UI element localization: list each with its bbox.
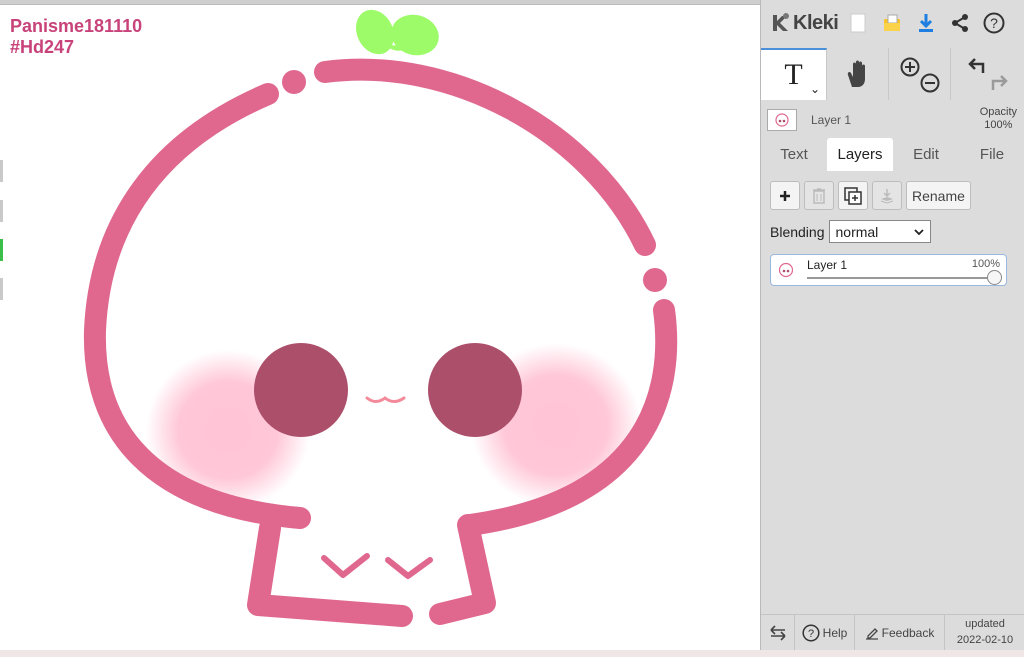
edge-marker xyxy=(0,278,3,300)
zoom-out-icon[interactable] xyxy=(919,72,941,94)
chevron-down-icon[interactable]: ⌄ xyxy=(810,82,820,96)
add-layer-button[interactable] xyxy=(770,181,800,210)
feedback-button[interactable]: Feedback xyxy=(855,615,945,650)
footer-help-button[interactable]: ? Help xyxy=(795,615,855,650)
tab-layers[interactable]: Layers xyxy=(827,138,893,171)
duplicate-icon xyxy=(844,186,862,205)
opacity-value: 100% xyxy=(984,119,1013,131)
help-icon: ? xyxy=(802,623,820,642)
edge-marker-active xyxy=(0,239,3,261)
blending-label: Blending xyxy=(770,223,825,240)
text-tool-icon: T xyxy=(784,58,803,91)
download-button[interactable] xyxy=(909,0,943,46)
head-outline xyxy=(83,58,678,627)
drawing-canvas[interactable]: Panisme181110 #Hd247 xyxy=(0,5,760,650)
canvas-artwork xyxy=(83,9,678,627)
plus-icon xyxy=(780,190,790,201)
right-eye xyxy=(428,343,522,437)
undo-redo-buttons xyxy=(951,48,1024,100)
updated-info: updated 2022-02-10 xyxy=(945,615,1024,650)
left-eye xyxy=(254,343,348,437)
hand-tool-button[interactable] xyxy=(827,48,889,100)
undo-icon[interactable] xyxy=(966,55,988,77)
layer-actions: Rename xyxy=(770,181,971,210)
bottom-strip xyxy=(0,650,1024,657)
watermark-line-2: #Hd247 xyxy=(10,37,75,57)
new-image-button[interactable] xyxy=(841,0,875,46)
layer-item-opacity: 100% xyxy=(971,258,1000,270)
left-hand xyxy=(321,553,370,578)
help-label: Help xyxy=(822,625,848,640)
feedback-label: Feedback xyxy=(881,625,935,640)
redo-icon[interactable] xyxy=(988,72,1010,94)
svg-text:?: ? xyxy=(990,15,998,31)
layer-list-item[interactable]: Layer 1 100% xyxy=(770,254,1007,286)
layer-item-thumbnail xyxy=(777,262,795,283)
share-button[interactable] xyxy=(943,0,977,46)
watermark-line-1: Panisme181110 xyxy=(10,16,143,36)
layers-panel: Rename Blending normal Layer 1 100% xyxy=(761,171,1024,611)
current-layer-info: Layer 1 Opacity 100% xyxy=(761,102,1024,138)
layer-opacity-slider[interactable] xyxy=(807,277,993,279)
help-icon: ? xyxy=(983,12,1005,34)
hand-icon xyxy=(847,60,865,87)
mouth xyxy=(365,396,406,403)
head-dot-right xyxy=(643,268,667,292)
trash-icon xyxy=(813,187,825,204)
head-dot-top xyxy=(282,70,306,94)
text-tool-button[interactable]: T ⌄ xyxy=(761,48,827,100)
blending-select[interactable]: normal xyxy=(828,220,931,243)
zoom-buttons xyxy=(889,48,951,100)
updated-date: 2022-02-10 xyxy=(956,634,1014,646)
swap-arrows-icon xyxy=(769,624,786,641)
logo-text: Kleki xyxy=(793,11,839,34)
tab-file[interactable]: File xyxy=(959,138,1024,171)
panel-tabs: Text Layers Edit File xyxy=(761,138,1024,171)
layer-thumbnail-image xyxy=(778,262,794,278)
new-image-icon xyxy=(850,13,866,33)
download-icon xyxy=(919,14,933,32)
layer-thumbnail xyxy=(767,109,797,131)
edge-marker xyxy=(0,200,3,222)
opacity-display: Opacity 100% xyxy=(980,106,1017,132)
help-button[interactable]: ? xyxy=(977,0,1011,46)
duplicate-layer-button[interactable] xyxy=(838,181,868,210)
opacity-label: Opacity xyxy=(979,106,1017,118)
sidebar: Kleki ? T ⌄ Layer 1 Opacity 100% Text La… xyxy=(760,0,1024,650)
svg-text:?: ? xyxy=(808,628,814,640)
swap-side-button[interactable] xyxy=(761,615,795,650)
kleki-logo[interactable]: Kleki xyxy=(761,0,841,46)
right-hand xyxy=(385,557,433,579)
zoom-in-icon[interactable] xyxy=(899,56,921,78)
share-icon xyxy=(952,14,968,32)
kleki-app: Panisme181110 #Hd247 Kleki ? T ⌄ Layer 1… xyxy=(0,0,1024,657)
kleki-logo-icon xyxy=(773,13,789,31)
tab-edit[interactable]: Edit xyxy=(893,138,959,171)
merge-down-icon xyxy=(880,188,894,204)
merge-down-button[interactable] xyxy=(872,181,902,210)
layer-opacity-slider-handle[interactable] xyxy=(987,270,1002,285)
leaf-right xyxy=(391,14,439,56)
delete-layer-button[interactable] xyxy=(804,181,834,210)
edge-marker xyxy=(0,160,3,182)
blending-row: Blending normal xyxy=(770,220,931,243)
updated-label: updated xyxy=(965,618,1005,630)
tab-text[interactable]: Text xyxy=(761,138,827,171)
feedback-pen-icon xyxy=(865,627,878,640)
chevron-down-icon xyxy=(913,228,924,235)
rename-layer-button[interactable]: Rename xyxy=(906,181,971,210)
top-toolbar: Kleki ? xyxy=(761,0,1024,46)
current-layer-name: Layer 1 xyxy=(811,113,852,127)
layer-item-name: Layer 1 xyxy=(807,258,848,272)
watermark-text: Panisme181110 #Hd247 xyxy=(10,16,142,58)
blending-value: normal xyxy=(835,223,879,240)
tool-row: T ⌄ xyxy=(761,48,1024,100)
import-folder-icon xyxy=(884,14,900,31)
import-button[interactable] xyxy=(875,0,909,46)
sidebar-footer: ? Help Feedback updated 2022-02-10 xyxy=(761,614,1024,650)
layer-thumbnail-image xyxy=(775,113,789,127)
